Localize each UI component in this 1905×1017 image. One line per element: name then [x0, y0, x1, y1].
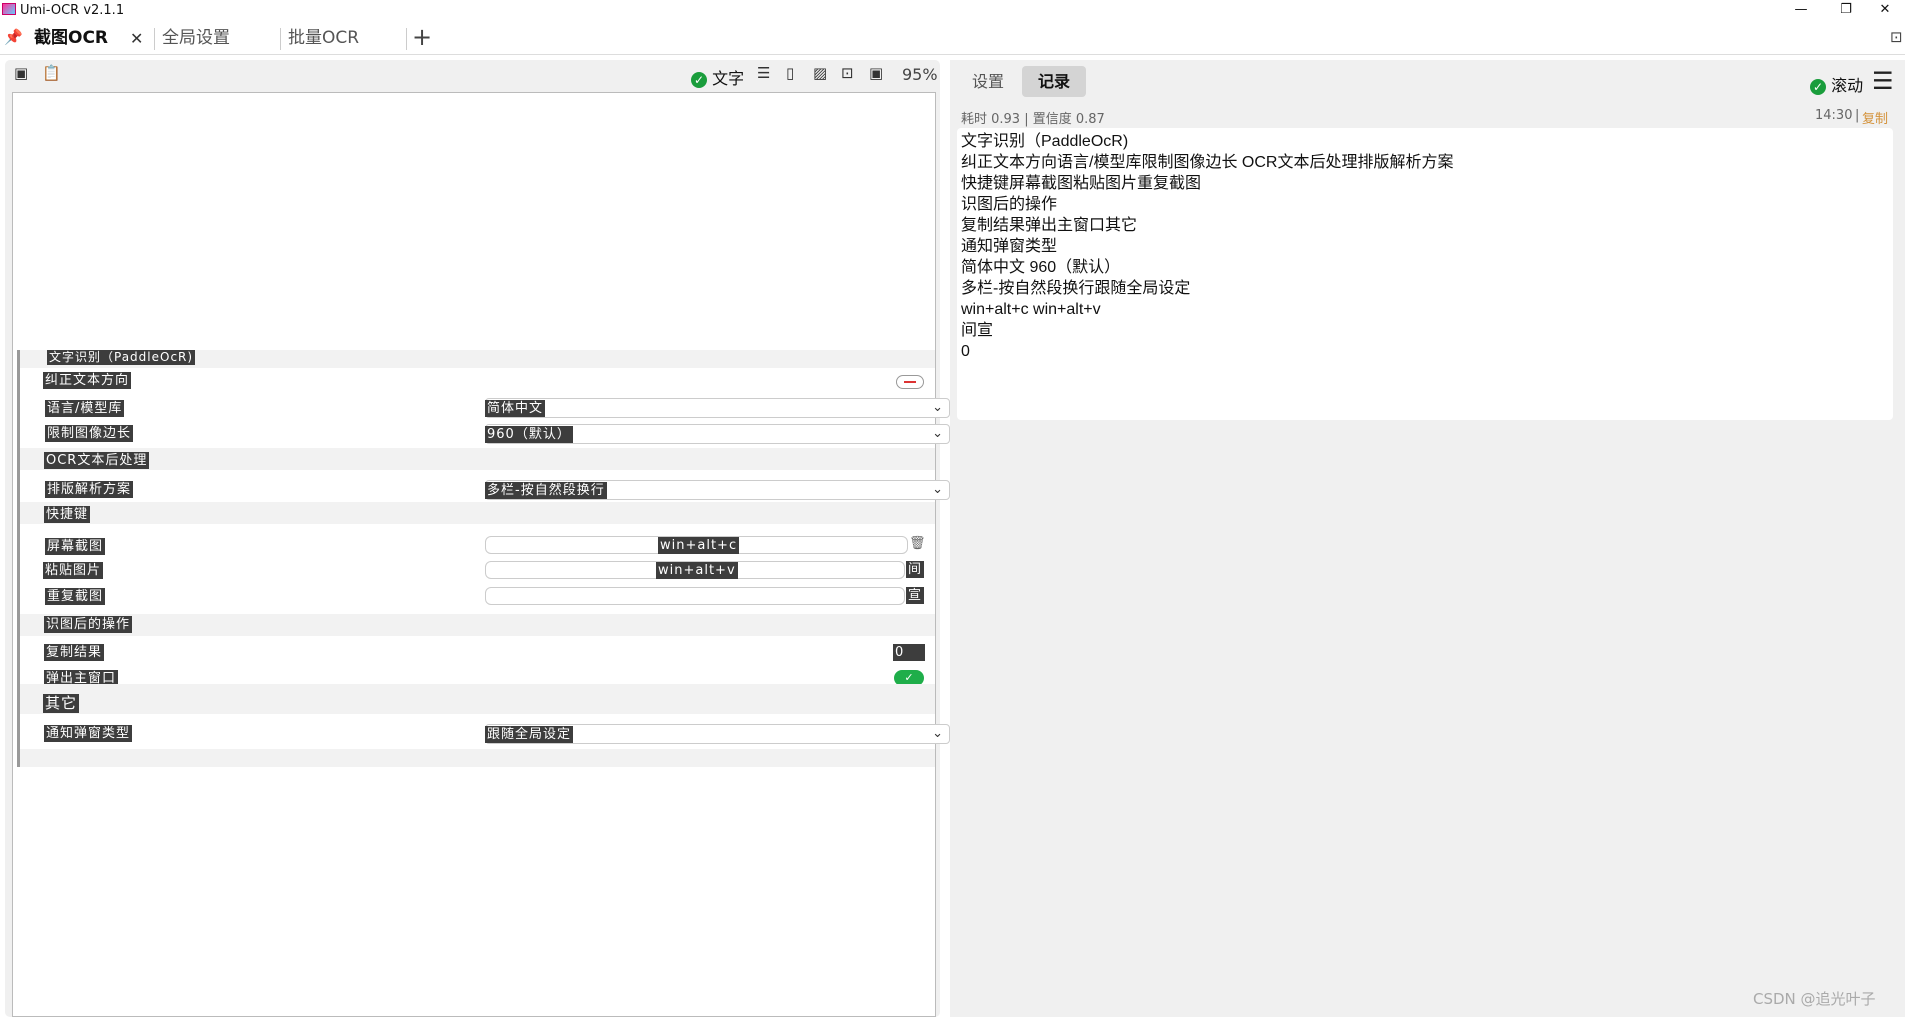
ocr-box: 重复截图 [45, 588, 106, 605]
tab-label: 全局设置 [162, 28, 230, 48]
record-meta: 耗时 0.93 | 置信度 0.87 [961, 112, 1105, 127]
ocr-box: 960（默认） [485, 426, 573, 443]
pin-icon[interactable]: 📌 [4, 28, 23, 46]
close-window-button[interactable]: ✕ [1865, 0, 1905, 22]
image-stripe [20, 749, 935, 767]
menu-icon[interactable]: ☰ [1872, 67, 1894, 95]
check-icon: ✓ [691, 71, 707, 88]
ocr-box: win+alt+v [656, 562, 738, 579]
lock-icon[interactable]: ⊡ [1890, 28, 1903, 46]
ocr-box: 快捷键 [44, 506, 91, 523]
zoom-level: 95% [902, 65, 938, 84]
chevron-down-icon: ⌄ [932, 726, 943, 741]
ocr-box: 屏幕截图 [45, 538, 106, 555]
result-line: 多栏-按自然段换行跟随全局设定 [961, 280, 1191, 297]
result-line: 0 [961, 343, 970, 360]
ocr-result-text[interactable]: 文字识别（PaddleOcR) 纠正文本方向语言/模型库限制图像边长 OCR文本… [957, 128, 1893, 420]
ocr-box: 间 [906, 561, 925, 578]
ocr-box: 限制图像边长 [45, 425, 134, 442]
ocr-box: 通知弹窗类型 [44, 725, 133, 742]
scroll-toggle-label: 滚动 [1831, 76, 1864, 95]
minimize-button[interactable]: — [1778, 0, 1824, 22]
tab-global-settings[interactable]: 全局设置 [162, 22, 230, 55]
chevron-down-icon: ⌄ [932, 482, 943, 497]
result-line: 复制结果弹出主窗口其它 [961, 217, 1138, 234]
tab-separator [154, 28, 155, 50]
paste-icon[interactable]: 📋 [42, 64, 61, 82]
ocr-box: win+alt+c [658, 537, 740, 554]
select-box: 简体中文 ⌄ [485, 398, 950, 418]
result-line: 通知弹窗类型 [961, 238, 1058, 255]
watermark: CSDN @追光叶子 [1753, 990, 1876, 1008]
fit-icon[interactable]: ⊡ [841, 64, 854, 82]
ocr-box: 宣 [906, 587, 925, 604]
title-bar: Umi-OCR v2.1.1 — ❐ ✕ [0, 0, 1905, 22]
file-icon[interactable]: ▯ [786, 64, 794, 82]
tab-batch-ocr[interactable]: 批量OCR [288, 22, 359, 55]
ocr-box: 语言/模型库 [45, 400, 125, 417]
ocr-box: 其它 [43, 694, 80, 713]
ocr-box: 复制结果 [44, 644, 105, 661]
image-stripe [20, 614, 935, 636]
chevron-down-icon: ⌄ [932, 400, 943, 415]
result-panel: 设置 记录 ✓ 滚动 ☰ 耗时 0.93 | 置信度 0.87 14:30 | … [950, 60, 1905, 1017]
text-toggle[interactable]: ✓ 文字 [691, 65, 744, 89]
chevron-down-icon: ⌄ [932, 426, 943, 441]
ocr-box: 识图后的操作 [44, 616, 133, 633]
ocr-box: OCR文本后处理 [44, 452, 150, 469]
text-toggle-label: 文字 [712, 69, 745, 88]
result-line: 文字识别（PaddleOcR) [961, 133, 1129, 150]
select-box: 跟随全局设定 ⌄ [485, 724, 950, 744]
hotkey-field: win+alt+v [485, 561, 905, 579]
result-line: 快捷键屏幕截图粘贴图片重复截图 [961, 175, 1202, 192]
ocr-box: 排版解析方案 [45, 481, 134, 498]
image-stripe [20, 448, 935, 470]
image-icon[interactable]: ▨ [813, 64, 827, 82]
tab-label: 批量OCR [288, 28, 360, 48]
result-line: win+alt+c win+alt+v [961, 301, 1101, 318]
scroll-toggle[interactable]: ✓ 滚动 [1810, 72, 1863, 96]
record-separator: | [1855, 108, 1860, 123]
result-line: 间宣 [961, 322, 994, 339]
image-stripe [35, 524, 935, 596]
screenshot-icon[interactable]: ▣ [14, 64, 28, 82]
tab-separator [280, 28, 281, 50]
select-box: 多栏-按自然段换行 ⌄ [485, 480, 950, 500]
hotkey-field: win+alt+c [485, 536, 908, 554]
tab-label: 截图OCR [34, 28, 109, 48]
tab-screenshot-ocr[interactable]: 截图OCR [34, 22, 108, 55]
check-icon: ✓ [1810, 78, 1826, 95]
ocr-box: 多栏-按自然段换行 [485, 482, 607, 499]
actual-size-icon[interactable]: ▣ [869, 64, 883, 82]
ocr-box: 纠正文本方向 [43, 372, 132, 389]
copy-link[interactable]: 复制 [1862, 108, 1888, 127]
result-line: 简体中文 960（默认） [961, 259, 1121, 276]
tab-settings[interactable]: 设置 [958, 66, 1018, 97]
tab-records[interactable]: 记录 [1022, 66, 1086, 97]
ocr-box: 简体中文 [485, 400, 546, 417]
restore-button[interactable]: ❐ [1823, 0, 1869, 22]
tab-close-icon[interactable]: ✕ [130, 22, 143, 55]
list-icon[interactable]: ☰ [757, 64, 770, 82]
add-tab-button[interactable]: + [412, 22, 432, 55]
tab-bar: 📌 截图OCR ✕ 全局设置 批量OCR + ⊡ [0, 22, 1905, 55]
image-stripe [20, 684, 935, 714]
select-box: 960（默认） ⌄ [485, 424, 950, 444]
trash-icon: 🗑 [909, 536, 926, 551]
result-line: 纠正文本方向语言/模型库限制图像边长 OCR文本后处理排版解析方案 [961, 154, 1454, 171]
window-title: Umi-OCR v2.1.1 [20, 3, 125, 18]
image-stripe [35, 636, 935, 684]
ocr-box: 文字识别（PaddleOcR) [47, 350, 196, 365]
toggle-off [896, 375, 924, 389]
tab-separator [406, 28, 407, 50]
ocr-box: 跟随全局设定 [485, 726, 574, 743]
ocr-box: 粘贴图片 [43, 562, 104, 579]
screenshot-image: 文字识别（PaddleOcR) 纠正文本方向 语言/模型库 简体中文 ⌄ 限制图… [17, 350, 950, 767]
ocr-box: 0 [893, 644, 925, 661]
image-stripe [20, 502, 935, 524]
app-icon [2, 3, 16, 15]
hotkey-field [485, 587, 905, 605]
result-line: 识图后的操作 [961, 196, 1058, 213]
record-time: 14:30 [1815, 108, 1853, 123]
